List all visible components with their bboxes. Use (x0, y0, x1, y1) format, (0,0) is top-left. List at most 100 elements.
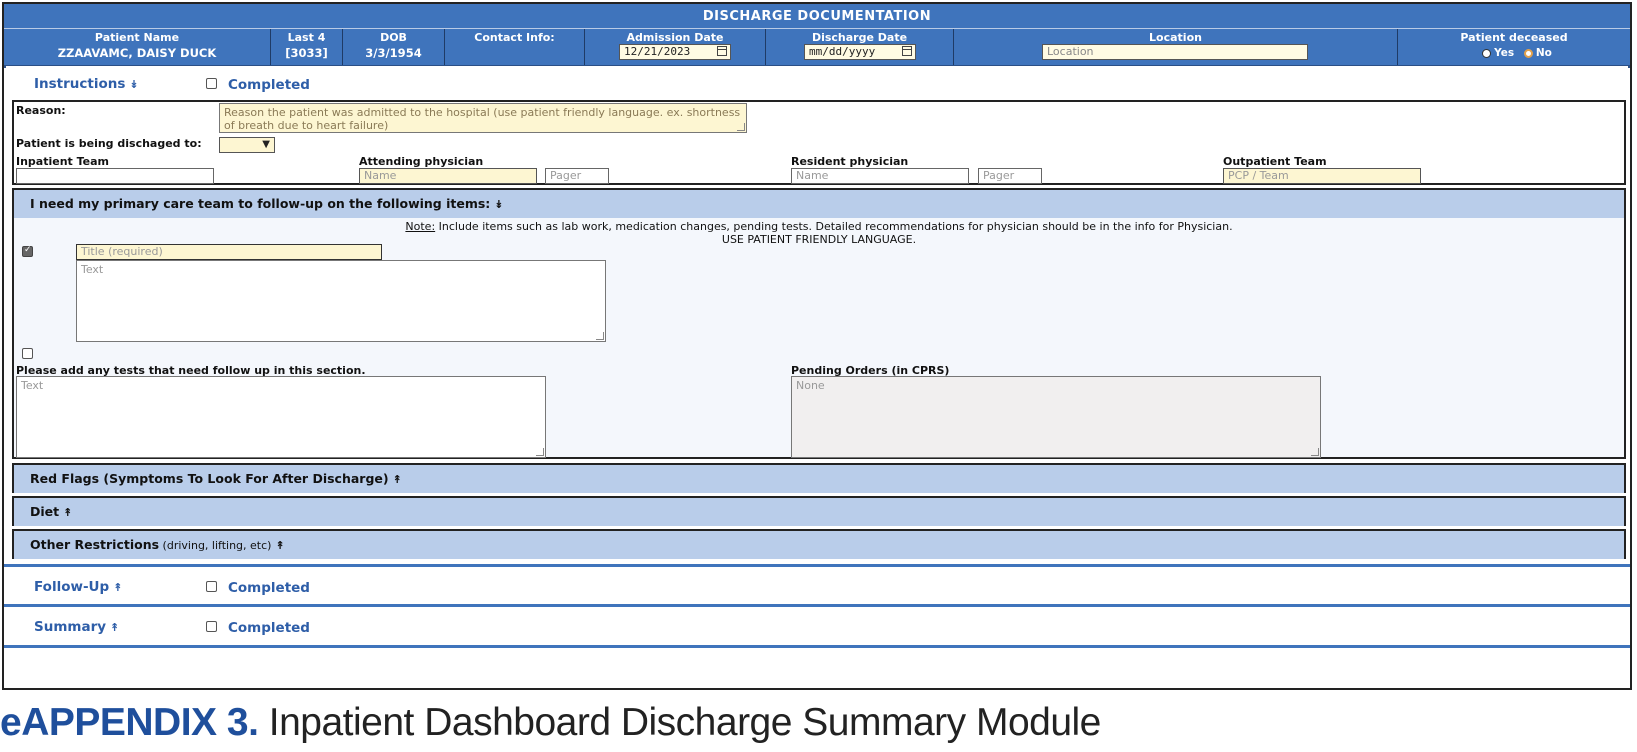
resize-grip-icon[interactable] (737, 123, 745, 131)
caption-label: eAPPENDIX 3. (0, 701, 259, 744)
discharged-to-label: Patient is being dischaged to: (16, 137, 202, 150)
summary-section-header[interactable]: Summary ↟ Completed (6, 609, 1628, 645)
tests-followup-textarea[interactable]: Text (16, 376, 546, 458)
section-divider (4, 564, 1630, 567)
section-divider (4, 604, 1630, 607)
location-label: Location (1149, 31, 1202, 44)
note-text: Include items such as lab work, medicati… (435, 220, 1233, 233)
reason-textarea[interactable]: Reason the patient was admitted to the h… (219, 103, 747, 133)
admission-date-input[interactable]: 12/21/2023 (619, 44, 731, 60)
instructions-completed-checkbox[interactable] (206, 78, 217, 89)
instructions-title-text: Instructions (34, 76, 126, 92)
note-prefix: Note: (405, 220, 436, 233)
followup-items-header[interactable]: I need my primary care team to follow-up… (14, 190, 1624, 218)
resident-physician-label: Resident physician (791, 155, 909, 168)
followup-text-textarea[interactable]: Text (76, 260, 606, 342)
red-flags-header[interactable]: Red Flags (Symptoms To Look For After Di… (14, 465, 1624, 493)
other-restrictions-header[interactable]: Other Restrictions (driving, lifting, et… (14, 531, 1624, 559)
summary-completed-checkbox[interactable] (206, 621, 217, 632)
contact-info-label: Contact Info: (474, 31, 555, 44)
instructions-title[interactable]: Instructions ↡ (34, 76, 139, 92)
reason-label: Reason: (16, 104, 66, 117)
outpatient-team-input[interactable]: PCP / Team (1223, 168, 1421, 184)
deceased-yes-label: Yes (1494, 47, 1515, 59)
red-flags-section[interactable]: Red Flags (Symptoms To Look For After Di… (12, 463, 1626, 493)
chevron-down-icon[interactable]: ↡ (494, 198, 503, 211)
admission-date-value: 12/21/2023 (624, 45, 691, 58)
figure-caption: eAPPENDIX 3. Inpatient Dashboard Dischar… (0, 701, 1101, 745)
followup-add-item-checkbox[interactable] (22, 348, 33, 359)
deceased-yes-radio[interactable] (1482, 48, 1492, 58)
chevron-up-icon[interactable]: ↟ (275, 539, 284, 552)
deceased-no-radio[interactable] (1523, 48, 1533, 58)
patient-name-label: Patient Name (94, 31, 180, 44)
calendar-icon[interactable] (902, 46, 912, 56)
reason-placeholder: Reason the patient was admitted to the h… (224, 106, 741, 132)
patient-name-value: ZZAAVAMC, DAISY DUCK (57, 46, 217, 60)
discharge-date-placeholder: mm/dd/yyyy (809, 45, 876, 58)
deceased-no-label: No (1535, 47, 1552, 59)
attending-name-input[interactable]: Name (359, 168, 537, 184)
discharge-documentation-panel: DISCHARGE DOCUMENTATION Patient Name ZZA… (2, 2, 1632, 690)
followup-completed-label: Completed (228, 580, 310, 596)
summary-completed-label: Completed (228, 620, 310, 636)
followup-note: Note: Include items such as lab work, me… (14, 220, 1624, 246)
pending-orders-value: None (796, 379, 825, 392)
note-line2: USE PATIENT FRIENDLY LANGUAGE. (721, 233, 917, 246)
chevron-up-icon[interactable]: ↟ (63, 506, 72, 519)
last4-label: Last 4 (287, 31, 326, 44)
followup-text-placeholder: Text (81, 263, 104, 276)
caption-text: Inpatient Dashboard Discharge Summary Mo… (258, 701, 1102, 744)
attending-physician-label: Attending physician (359, 155, 484, 168)
diet-section[interactable]: Diet ↟ (12, 496, 1626, 526)
admission-date-cell: Admission Date 12/21/2023 (585, 29, 766, 65)
diet-title: Diet (30, 504, 60, 519)
discharged-to-select[interactable]: ▼ (219, 137, 275, 153)
followup-section-header[interactable]: Follow-Up ↟ Completed (6, 569, 1628, 605)
instructions-completed-label: Completed (228, 77, 310, 93)
followup-items-box: I need my primary care team to follow-up… (12, 188, 1626, 459)
followup-title-text: Follow-Up (34, 579, 110, 595)
diet-header[interactable]: Diet ↟ (14, 498, 1624, 526)
chevron-up-icon[interactable]: ↟ (393, 473, 402, 486)
other-restrictions-section[interactable]: Other Restrictions (driving, lifting, et… (12, 529, 1626, 559)
resize-grip-icon[interactable] (596, 332, 604, 340)
tests-followup-placeholder: Text (21, 379, 44, 392)
inpatient-team-input[interactable] (16, 168, 214, 184)
resident-pager-input[interactable]: Pager (978, 168, 1042, 184)
pending-orders-textarea[interactable]: None (791, 376, 1321, 458)
instructions-box: Reason: Reason the patient was admitted … (12, 100, 1626, 185)
resize-grip-icon[interactable] (1311, 448, 1319, 456)
followup-title[interactable]: Follow-Up ↟ (34, 579, 122, 595)
resize-grip-icon[interactable] (536, 448, 544, 456)
patient-name-cell: Patient Name ZZAAVAMC, DAISY DUCK (4, 29, 271, 65)
discharge-date-input[interactable]: mm/dd/yyyy (804, 44, 916, 60)
location-cell: Location Location (954, 29, 1398, 65)
resident-name-input[interactable]: Name (791, 168, 969, 184)
patient-deceased-cell: Patient deceased Yes No (1398, 29, 1630, 65)
panel-title: DISCHARGE DOCUMENTATION (4, 4, 1630, 29)
discharge-date-cell: Discharge Date mm/dd/yyyy (766, 29, 954, 65)
followup-completed-checkbox[interactable] (206, 581, 217, 592)
patient-header-row: Patient Name ZZAAVAMC, DAISY DUCK Last 4… (4, 29, 1630, 68)
dob-label: DOB (380, 31, 407, 44)
chevron-down-icon: ▼ (262, 139, 270, 150)
chevron-down-icon[interactable]: ↡ (129, 78, 138, 91)
last4-cell: Last 4 [3033] (271, 29, 343, 65)
chevron-up-icon[interactable]: ↟ (110, 621, 119, 634)
patient-deceased-label: Patient deceased (1460, 31, 1568, 44)
instructions-section-header[interactable]: Instructions ↡ Completed (6, 66, 1628, 102)
summary-title[interactable]: Summary ↟ (34, 619, 119, 635)
attending-pager-input[interactable]: Pager (545, 168, 609, 184)
followup-item-checkbox[interactable] (22, 245, 33, 257)
red-flags-title: Red Flags (Symptoms To Look For After Di… (30, 471, 389, 486)
section-divider (4, 645, 1630, 648)
calendar-icon[interactable] (717, 46, 727, 56)
location-input[interactable]: Location (1042, 44, 1308, 60)
chevron-up-icon[interactable]: ↟ (113, 581, 122, 594)
discharge-date-label: Discharge Date (811, 31, 908, 44)
outpatient-team-label: Outpatient Team (1223, 155, 1327, 168)
followup-title-input[interactable]: Title (required) (76, 244, 382, 260)
contact-info-cell: Contact Info: (445, 29, 585, 65)
other-restrictions-subtitle: (driving, lifting, etc) (159, 539, 272, 552)
